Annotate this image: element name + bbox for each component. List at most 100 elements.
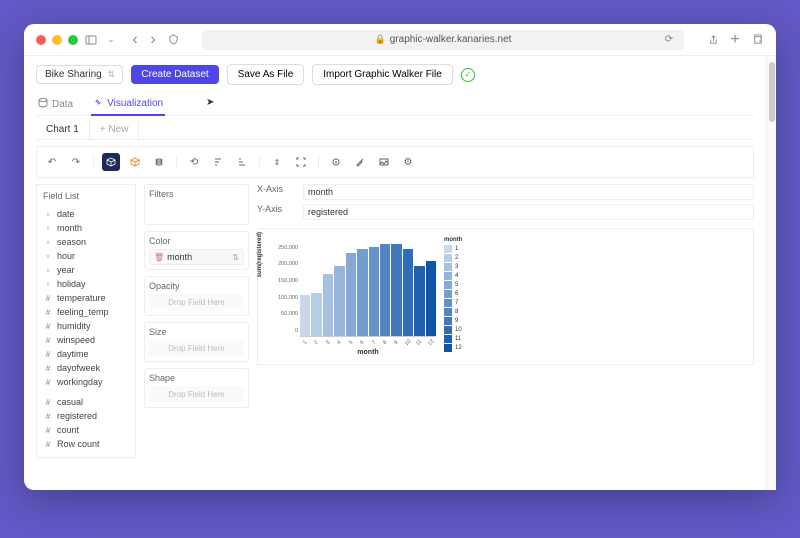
new-tab-icon[interactable]: + [728,33,742,47]
legend-item-12: 12 [444,344,462,352]
field-registered[interactable]: #registered [43,409,129,423]
field-dayofweek[interactable]: #dayofweek [43,361,129,375]
number-icon: # [43,307,53,317]
bar-11[interactable] [414,266,424,336]
field-date[interactable]: ▫date [43,207,129,221]
aggregation-icon[interactable] [102,153,120,171]
chart-tab-new[interactable]: + New [90,120,140,139]
bar-3[interactable] [323,274,333,336]
save-as-file-button[interactable]: Save As File [227,64,305,85]
sort-desc-icon[interactable] [233,153,251,171]
scrollbar[interactable] [766,56,776,490]
settings-icon[interactable]: ⚙ [399,153,417,171]
redo-icon[interactable]: ↷ [67,153,85,171]
size-shelf[interactable]: Size Drop Field Here [144,322,249,362]
link-icon [93,97,103,110]
field-hour[interactable]: ▫hour [43,249,129,263]
legend-item-6: 6 [444,290,462,298]
transpose-icon[interactable]: ⟲ [185,153,203,171]
number-icon: # [43,425,53,435]
number-icon: # [43,439,53,449]
chart-plot: sum(registered) 050,000100,000150,000200… [257,228,754,365]
scrollbar-thumb[interactable] [769,62,775,122]
tab-data[interactable]: Data [36,93,75,115]
legend-item-3: 3 [444,263,462,271]
drop-zone[interactable]: Drop Field Here [149,340,244,357]
field-Row count[interactable]: #Row count [43,437,129,451]
stack-icon[interactable] [150,153,168,171]
field-daytime[interactable]: #daytime [43,347,129,361]
sort-icon: ⇅ [108,70,115,79]
image-icon[interactable] [375,153,393,171]
drop-zone[interactable]: Drop Field Here [149,386,244,403]
bar-2[interactable] [311,293,321,336]
window-controls[interactable] [36,35,78,45]
bar-6[interactable] [357,249,367,336]
maximize-window[interactable] [68,35,78,45]
close-window[interactable] [36,35,46,45]
fullscreen-icon[interactable] [292,153,310,171]
shape-shelf[interactable]: Shape Drop Field Here [144,368,249,408]
legend-item-4: 4 [444,272,462,280]
bar-8[interactable] [380,244,390,336]
dataset-selector[interactable]: Bike Sharing ⇅ [36,65,123,84]
back-icon[interactable]: ‹ [128,33,142,47]
shield-icon[interactable] [166,33,180,47]
field-count[interactable]: #count [43,423,129,437]
number-icon: # [43,411,53,421]
opacity-shelf[interactable]: Opacity Drop Field Here [144,276,249,316]
bar-7[interactable] [369,247,379,336]
color-field-pill[interactable]: 🗑 month ⇅ [149,249,244,265]
calendar-icon: ▫ [43,237,53,247]
legend-item-7: 7 [444,299,462,307]
field-season[interactable]: ▫season [43,235,129,249]
bar-5[interactable] [346,253,356,336]
mark-icon[interactable] [126,153,144,171]
calendar-icon: ▫ [43,209,53,219]
share-icon[interactable] [706,33,720,47]
undo-icon[interactable]: ↶ [43,153,61,171]
field-winspeed[interactable]: #winspeed [43,333,129,347]
chart-canvas: X-Axis month Y-Axis registered sum(regis… [257,184,754,458]
forward-icon[interactable]: › [146,33,160,47]
sidebar-icon[interactable] [84,33,98,47]
geo-icon[interactable] [327,153,345,171]
field-temperature[interactable]: #temperature [43,291,129,305]
field-holiday[interactable]: ▫holiday [43,277,129,291]
sort-asc-icon[interactable] [209,153,227,171]
field-feeling_temp[interactable]: #feeling_temp [43,305,129,319]
legend: month 123456789101112 [444,237,462,356]
chevron-down-icon[interactable]: ⌄ [104,33,118,47]
bar-1[interactable] [300,295,310,336]
remove-icon[interactable]: 🗑 [154,253,164,262]
field-workingday[interactable]: #workingday [43,375,129,389]
chevron-icon[interactable]: ⇅ [232,253,239,262]
tabs-icon[interactable] [750,33,764,47]
field-casual[interactable]: #casual [43,395,129,409]
legend-title: month [444,237,462,243]
eyedropper-icon[interactable] [351,153,369,171]
y-axis-field[interactable]: registered [303,204,754,220]
field-humidity[interactable]: #humidity [43,319,129,333]
field-year[interactable]: ▫year [43,263,129,277]
drop-zone[interactable]: Drop Field Here [149,294,244,311]
bar-9[interactable] [391,244,401,336]
chart-tab-1[interactable]: Chart 1 [36,120,90,139]
filters-shelf[interactable]: Filters [144,184,249,225]
x-axis-field[interactable]: month [303,184,754,200]
bar-12[interactable] [426,261,436,336]
url-bar[interactable]: 🔒 graphic-walker.kanaries.net ⟳ [202,30,684,50]
minimize-window[interactable] [52,35,62,45]
axes-config-icon[interactable]: ⇕ [268,153,286,171]
color-shelf[interactable]: Color 🗑 month ⇅ [144,231,249,270]
tab-visualization[interactable]: Visualization [91,93,165,116]
field-month[interactable]: ▫month [43,221,129,235]
lock-icon: 🔒 [375,34,386,45]
main-tabs: Data Visualization [36,93,754,116]
bar-10[interactable] [403,249,413,336]
reload-icon[interactable]: ⟳ [662,33,676,47]
create-dataset-button[interactable]: Create Dataset [131,65,218,84]
number-icon: # [43,335,53,345]
import-file-button[interactable]: Import Graphic Walker File [312,64,453,85]
bar-4[interactable] [334,266,344,336]
